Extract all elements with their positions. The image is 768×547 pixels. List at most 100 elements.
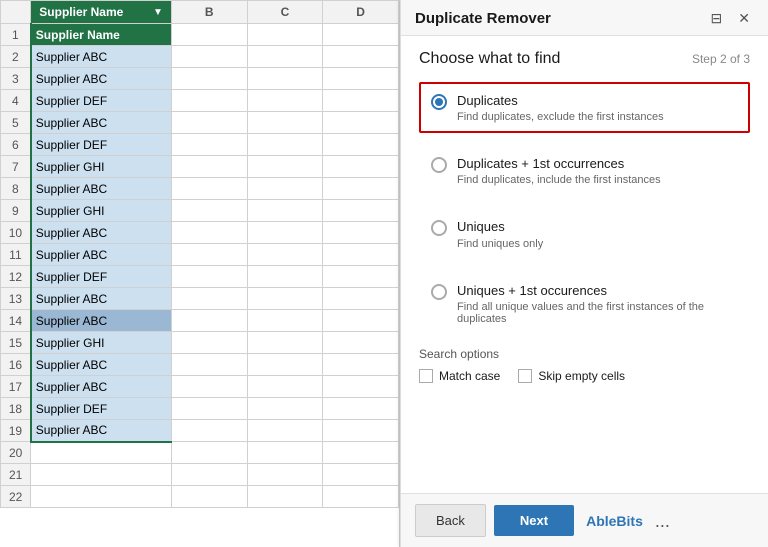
cell-c[interactable] bbox=[247, 288, 323, 310]
cell-c[interactable] bbox=[247, 68, 323, 90]
cell-c[interactable] bbox=[247, 178, 323, 200]
col-a-header[interactable]: Supplier Name ▼ bbox=[31, 1, 172, 24]
cell-d[interactable] bbox=[323, 200, 399, 222]
cell-b[interactable] bbox=[171, 46, 247, 68]
cell-b[interactable] bbox=[171, 398, 247, 420]
close-button[interactable]: ✕ bbox=[734, 8, 754, 29]
match-case-option[interactable]: Match case bbox=[419, 369, 500, 383]
cell-b[interactable] bbox=[171, 354, 247, 376]
cell-c[interactable] bbox=[247, 90, 323, 112]
cell-a[interactable]: Supplier ABC bbox=[31, 222, 172, 244]
cell-a[interactable] bbox=[31, 464, 172, 486]
cell-c[interactable] bbox=[247, 134, 323, 156]
more-button[interactable]: ... bbox=[651, 508, 674, 534]
cell-c[interactable] bbox=[247, 156, 323, 178]
cell-b[interactable] bbox=[171, 200, 247, 222]
cell-d[interactable] bbox=[323, 310, 399, 332]
cell-a[interactable]: Supplier ABC bbox=[31, 178, 172, 200]
cell-a[interactable]: Supplier GHI bbox=[31, 200, 172, 222]
cell-d[interactable] bbox=[323, 486, 399, 508]
cell-a[interactable]: Supplier ABC bbox=[31, 68, 172, 90]
cell-a[interactable] bbox=[31, 486, 172, 508]
cell-a[interactable]: Supplier DEF bbox=[31, 90, 172, 112]
cell-d[interactable] bbox=[323, 332, 399, 354]
cell-d[interactable] bbox=[323, 288, 399, 310]
cell-d[interactable] bbox=[323, 222, 399, 244]
cell-d[interactable] bbox=[323, 420, 399, 442]
option-uniques[interactable]: Uniques Find uniques only bbox=[419, 208, 750, 259]
cell-d[interactable] bbox=[323, 464, 399, 486]
option-duplicates[interactable]: Duplicates Find duplicates, exclude the … bbox=[419, 82, 750, 133]
minimize-button[interactable]: ⊟ bbox=[707, 8, 727, 29]
back-button[interactable]: Back bbox=[415, 504, 486, 537]
option-duplicates-plus[interactable]: Duplicates + 1st occurrences Find duplic… bbox=[419, 145, 750, 196]
cell-c[interactable] bbox=[247, 46, 323, 68]
cell-b[interactable] bbox=[171, 310, 247, 332]
cell-b[interactable] bbox=[171, 68, 247, 90]
cell-c[interactable] bbox=[247, 266, 323, 288]
cell-c[interactable] bbox=[247, 442, 323, 464]
cell-c[interactable] bbox=[247, 354, 323, 376]
cell-d[interactable] bbox=[323, 46, 399, 68]
cell-d[interactable] bbox=[323, 24, 399, 46]
cell-a[interactable]: Supplier ABC bbox=[31, 244, 172, 266]
cell-b[interactable] bbox=[171, 332, 247, 354]
cell-b[interactable] bbox=[171, 464, 247, 486]
cell-b[interactable] bbox=[171, 486, 247, 508]
cell-c[interactable] bbox=[247, 310, 323, 332]
cell-d[interactable] bbox=[323, 156, 399, 178]
cell-b[interactable] bbox=[171, 112, 247, 134]
next-button[interactable]: Next bbox=[494, 505, 574, 536]
cell-c[interactable] bbox=[247, 24, 323, 46]
cell-b[interactable] bbox=[171, 244, 247, 266]
cell-a[interactable]: Supplier GHI bbox=[31, 332, 172, 354]
cell-b[interactable] bbox=[171, 266, 247, 288]
cell-c[interactable] bbox=[247, 332, 323, 354]
cell-b[interactable] bbox=[171, 222, 247, 244]
cell-a[interactable]: Supplier DEF bbox=[31, 266, 172, 288]
cell-d[interactable] bbox=[323, 376, 399, 398]
cell-b[interactable] bbox=[171, 178, 247, 200]
cell-b[interactable] bbox=[171, 376, 247, 398]
cell-a[interactable]: Supplier ABC bbox=[31, 376, 172, 398]
cell-a[interactable]: Supplier DEF bbox=[31, 398, 172, 420]
cell-a[interactable]: Supplier ABC bbox=[31, 112, 172, 134]
cell-c[interactable] bbox=[247, 420, 323, 442]
cell-c[interactable] bbox=[247, 398, 323, 420]
cell-d[interactable] bbox=[323, 112, 399, 134]
cell-b[interactable] bbox=[171, 288, 247, 310]
skip-empty-checkbox[interactable] bbox=[518, 369, 532, 383]
cell-a[interactable]: Supplier GHI bbox=[31, 156, 172, 178]
cell-b[interactable] bbox=[171, 156, 247, 178]
match-case-checkbox[interactable] bbox=[419, 369, 433, 383]
cell-d[interactable] bbox=[323, 266, 399, 288]
dropdown-arrow-icon[interactable]: ▼ bbox=[153, 7, 163, 18]
cell-d[interactable] bbox=[323, 442, 399, 464]
cell-b[interactable] bbox=[171, 134, 247, 156]
cell-b[interactable] bbox=[171, 24, 247, 46]
cell-a[interactable]: Supplier Name bbox=[31, 24, 172, 46]
cell-d[interactable] bbox=[323, 178, 399, 200]
cell-a[interactable]: Supplier ABC bbox=[31, 354, 172, 376]
cell-c[interactable] bbox=[247, 486, 323, 508]
cell-d[interactable] bbox=[323, 244, 399, 266]
cell-c[interactable] bbox=[247, 200, 323, 222]
cell-a[interactable]: Supplier DEF bbox=[31, 134, 172, 156]
cell-d[interactable] bbox=[323, 398, 399, 420]
cell-a[interactable]: Supplier ABC bbox=[31, 46, 172, 68]
cell-c[interactable] bbox=[247, 112, 323, 134]
cell-a[interactable]: Supplier ABC bbox=[31, 420, 172, 442]
cell-b[interactable] bbox=[171, 90, 247, 112]
cell-a[interactable]: Supplier ABC bbox=[31, 310, 172, 332]
cell-d[interactable] bbox=[323, 90, 399, 112]
skip-empty-option[interactable]: Skip empty cells bbox=[518, 369, 625, 383]
cell-c[interactable] bbox=[247, 464, 323, 486]
cell-c[interactable] bbox=[247, 222, 323, 244]
cell-d[interactable] bbox=[323, 354, 399, 376]
cell-c[interactable] bbox=[247, 376, 323, 398]
cell-b[interactable] bbox=[171, 420, 247, 442]
cell-d[interactable] bbox=[323, 134, 399, 156]
cell-d[interactable] bbox=[323, 68, 399, 90]
option-uniques-plus[interactable]: Uniques + 1st occurences Find all unique… bbox=[419, 272, 750, 335]
cell-a[interactable] bbox=[31, 442, 172, 464]
